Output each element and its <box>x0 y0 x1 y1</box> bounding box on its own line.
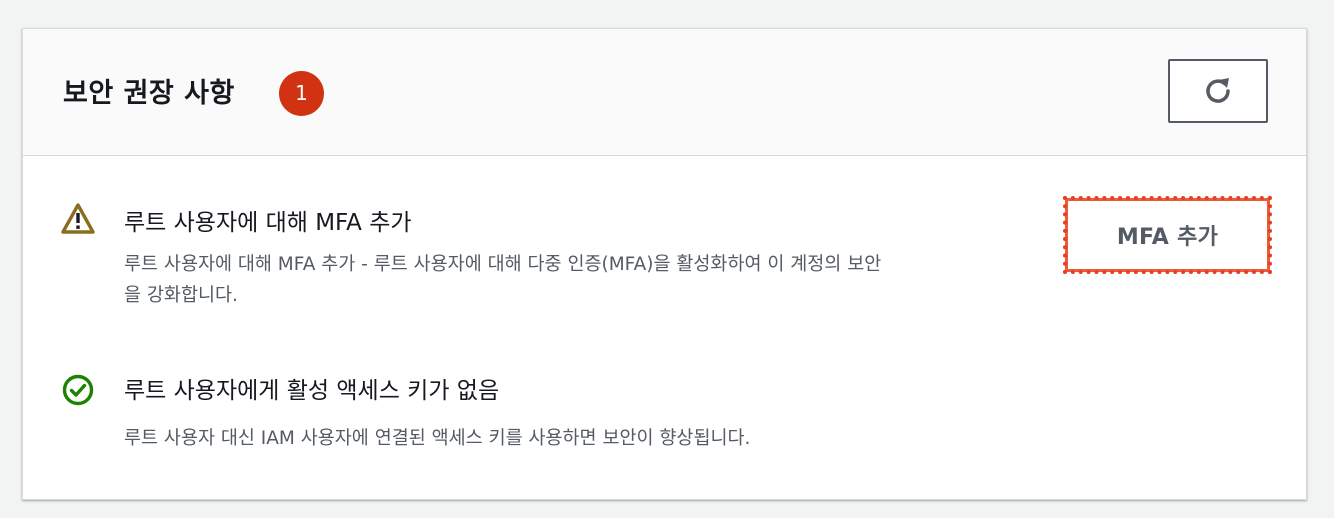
add-mfa-button-label: MFA 추가 <box>1116 225 1219 250</box>
panel-title: 보안 권장 사항 <box>63 78 235 109</box>
warning-icon <box>61 203 95 234</box>
recommendation-description-line2: 을 강화합니다. <box>124 285 238 306</box>
recommendation-title: 루트 사용자에 대해 MFA 추가 <box>124 210 412 236</box>
count-badge: 1 <box>279 71 324 116</box>
recommendation-item: 루트 사용자에게 활성 액세스 키가 없음 루트 사용자 대신 IAM 사용자에… <box>61 371 1061 471</box>
recommendation-title: 루트 사용자에게 활성 액세스 키가 없음 <box>124 378 500 404</box>
recommendation-item: 루트 사용자에 대해 MFA 추가 루트 사용자에 대해 MFA 추가 - 루트… <box>61 199 1061 319</box>
panel-header: 보안 권장 사항 1 <box>23 29 1306 156</box>
check-circle-icon <box>62 374 94 406</box>
refresh-button[interactable] <box>1168 59 1268 123</box>
recommendation-description-line1: 루트 사용자에 대해 MFA 추가 - 루트 사용자에 대해 다중 인증(MFA… <box>124 254 882 275</box>
add-mfa-button[interactable]: MFA 추가 <box>1063 196 1272 274</box>
refresh-icon <box>1206 78 1230 103</box>
recommendation-description-line1: 루트 사용자 대신 IAM 사용자에 연결된 액세스 키를 사용하면 보안이 향… <box>124 428 751 449</box>
security-recommendations-panel: 보안 권장 사항 1 루트 사용자에 대해 MFA 추가 루트 사용자에 대해 … <box>22 28 1307 500</box>
